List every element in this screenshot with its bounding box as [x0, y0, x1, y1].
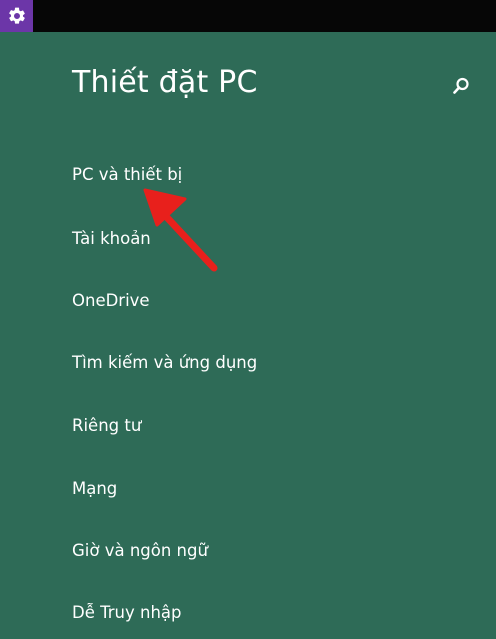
- settings-app-button[interactable]: [0, 0, 33, 32]
- settings-panel: Thiết đặt PC PC và thiết bị Tài khoản On…: [0, 32, 496, 639]
- nav-item-accounts[interactable]: Tài khoản: [72, 229, 151, 248]
- nav-item-time-and-language[interactable]: Giờ và ngôn ngữ: [72, 541, 208, 560]
- nav-item-search-and-apps[interactable]: Tìm kiếm và ứng dụng: [72, 353, 257, 372]
- nav-item-privacy[interactable]: Riêng tư: [72, 416, 141, 435]
- nav-item-pc-and-devices[interactable]: PC và thiết bị: [72, 165, 182, 184]
- search-button[interactable]: [447, 72, 475, 100]
- title-bar: [0, 0, 496, 32]
- page-title: Thiết đặt PC: [72, 65, 258, 100]
- nav-item-network[interactable]: Mạng: [72, 479, 117, 498]
- gear-icon: [8, 7, 25, 24]
- nav-item-ease-of-access[interactable]: Dễ Truy nhập: [72, 603, 182, 622]
- search-icon: [453, 77, 469, 94]
- nav-item-onedrive[interactable]: OneDrive: [72, 291, 150, 310]
